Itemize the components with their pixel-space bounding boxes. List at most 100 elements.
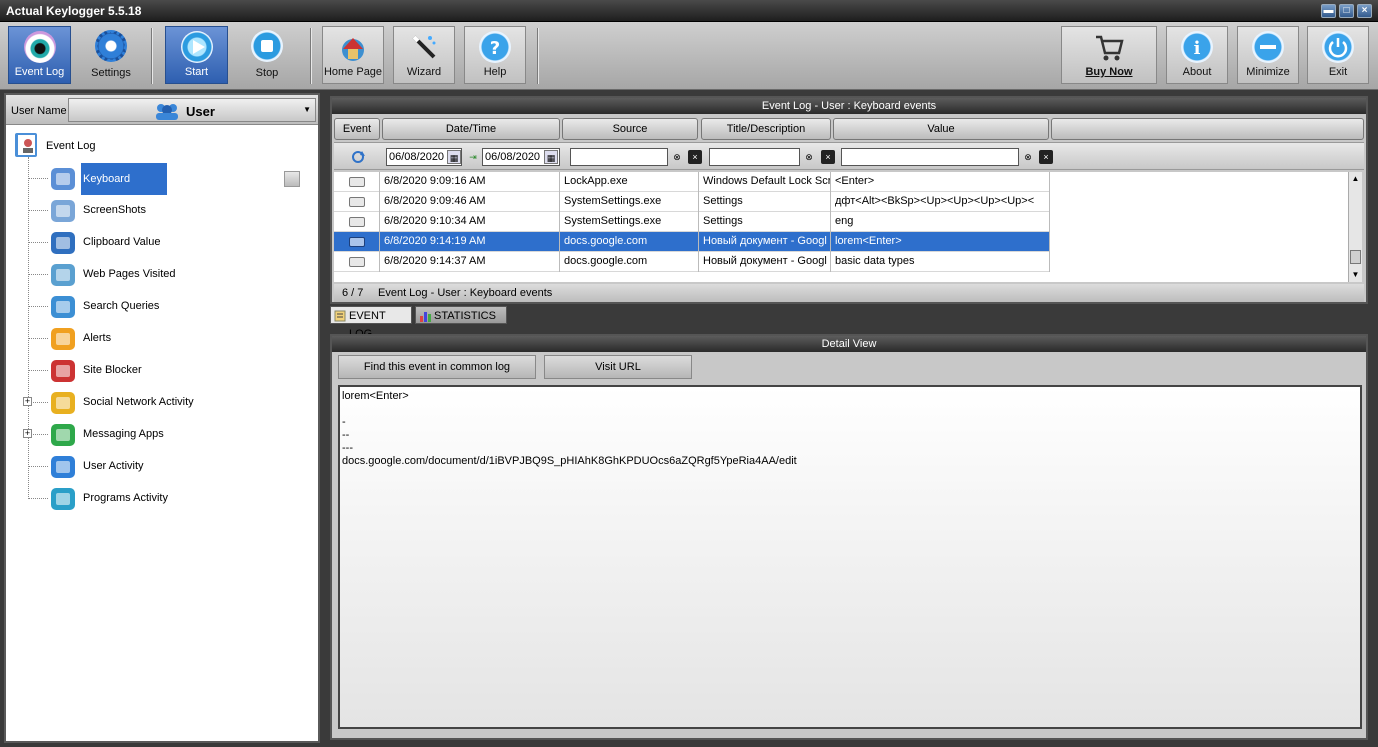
tree-expand-icon[interactable]: +	[23, 429, 32, 438]
visit-url-button[interactable]: Visit URL	[544, 355, 692, 379]
tree-item-label: Web Pages Visited	[83, 268, 176, 280]
source-filter-input[interactable]	[570, 148, 668, 166]
tree-item-site-blocker[interactable]: Site Blocker	[26, 355, 318, 387]
log-tab-icon	[334, 310, 346, 322]
event-log-button[interactable]: Event Log	[8, 26, 71, 84]
column-header-empty	[1051, 118, 1364, 140]
scroll-up-icon[interactable]: ▲	[1349, 172, 1362, 186]
value-cell: lorem<Enter>	[831, 232, 1050, 252]
datetime-cell: 6/8/2020 9:14:19 AM	[380, 232, 560, 252]
user-select[interactable]: User ▼	[68, 98, 316, 122]
binoculars-icon[interactable]: ⊗	[1021, 150, 1035, 164]
screenshot-icon	[51, 200, 75, 222]
window-restore-button[interactable]: □	[1339, 4, 1354, 18]
detail-text-area[interactable]: lorem<Enter> - -- --- docs.google.com/do…	[338, 385, 1362, 729]
title-bar: Actual Keylogger 5.5.18 ▬ □ ×	[0, 0, 1378, 22]
start-button[interactable]: Start	[165, 26, 228, 84]
clear-filter-icon[interactable]: ×	[1039, 150, 1053, 164]
calendar-icon[interactable]: ▦	[447, 150, 461, 164]
home-page-button[interactable]: Home Page	[322, 26, 384, 84]
globe-icon	[51, 264, 75, 286]
wizard-button[interactable]: Wizard	[393, 26, 455, 84]
settings-button[interactable]: Settings	[80, 26, 142, 84]
shopping-cart-icon	[1093, 31, 1125, 63]
main-toolbar: Event Log Settings Start Stop Home Page …	[0, 22, 1378, 90]
event-log-book-icon	[15, 133, 37, 157]
grid-vertical-scrollbar[interactable]: ▲ ▼	[1348, 172, 1362, 282]
column-header-title[interactable]: Title/Description	[701, 118, 831, 140]
column-header-event[interactable]: Event	[334, 118, 380, 140]
tree-item-search-queries[interactable]: Search Queries	[26, 291, 318, 323]
table-row[interactable]: 6/8/2020 9:14:37 AM docs.google.com Новый …	[334, 252, 1050, 272]
refresh-filter-icon[interactable]	[350, 149, 366, 165]
grid-status-bar: 6 / 7 Event Log - User : Keyboard events	[334, 284, 1364, 302]
tree-connector	[28, 210, 48, 211]
alert-icon	[51, 328, 75, 350]
buy-now-button[interactable]: Buy Now	[1061, 26, 1157, 84]
tree-expand-icon[interactable]: +	[23, 397, 32, 406]
user-select-value: User	[186, 104, 215, 119]
power-icon	[1322, 31, 1354, 63]
column-header-source[interactable]: Source	[562, 118, 698, 140]
tree-item-label: Search Queries	[83, 300, 160, 312]
user-name-label: User Name	[11, 105, 67, 117]
title-filter-input[interactable]	[709, 148, 800, 166]
tree-item-screenshots[interactable]: ScreenShots	[26, 195, 318, 227]
source-cell: docs.google.com	[560, 232, 699, 252]
tree-item-label: Clipboard Value	[83, 236, 161, 248]
value-cell: eng	[831, 212, 1050, 232]
status-text: Event Log - User : Keyboard events	[378, 287, 553, 299]
table-row[interactable]: 6/8/2020 9:14:19 AM docs.google.com Новый …	[334, 232, 1050, 252]
about-button[interactable]: i About	[1166, 26, 1228, 84]
keyboard-icon	[349, 177, 365, 187]
clear-filter-icon[interactable]: ×	[688, 150, 702, 164]
title-cell: Settings	[699, 192, 831, 212]
tree-item-label: User Activity	[83, 460, 144, 472]
tree-item-label: Site Blocker	[83, 364, 142, 376]
exit-button[interactable]: Exit	[1307, 26, 1369, 84]
tree-connector	[28, 338, 48, 339]
stop-icon	[251, 30, 283, 62]
column-header-value[interactable]: Value	[833, 118, 1049, 140]
clear-filter-icon[interactable]: ×	[821, 150, 835, 164]
tree-item-clipboard-value[interactable]: Clipboard Value	[26, 227, 318, 259]
scroll-down-icon[interactable]: ▼	[1349, 268, 1362, 282]
column-header-datetime[interactable]: Date/Time	[382, 118, 560, 140]
binoculars-icon[interactable]: ⊗	[802, 150, 816, 164]
filter-row: 06/08/2020 ▦ ⇥ 06/08/2020 ▦ ⊗ × ⊗ × ⊗ ×	[334, 142, 1364, 170]
stop-button[interactable]: Stop	[236, 26, 298, 84]
binoculars-icon[interactable]: ⊗	[670, 150, 684, 164]
tree-item-social-network-activity[interactable]: + Social Network Activity	[23, 387, 318, 419]
calendar-icon[interactable]: ▦	[544, 150, 558, 164]
help-button[interactable]: ? Help	[464, 26, 526, 84]
keyboard-icon	[349, 197, 365, 207]
scroll-thumb[interactable]	[1350, 250, 1361, 264]
svg-text:?: ?	[490, 38, 500, 59]
keyboard-icon	[51, 168, 75, 190]
tree-connector	[28, 242, 48, 243]
datetime-cell: 6/8/2020 9:14:37 AM	[380, 252, 560, 272]
value-cell: basic data types	[831, 252, 1050, 272]
sliders-icon[interactable]	[284, 171, 300, 187]
tree-item-user-activity[interactable]: User Activity	[26, 451, 318, 483]
tree-item-keyboard-events[interactable]: Keyboard events	[26, 163, 318, 217]
table-row[interactable]: 6/8/2020 9:09:46 AM SystemSettings.exe Set…	[334, 192, 1050, 212]
title-cell: Settings	[699, 212, 831, 232]
tab-event-log[interactable]: EVENT LOG	[330, 306, 412, 340]
table-row[interactable]: 6/8/2020 9:09:16 AM LockApp.exe Windows De…	[334, 172, 1050, 192]
tree-item-programs-activity[interactable]: Programs Activity	[26, 483, 318, 515]
window-close-button[interactable]: ×	[1357, 4, 1372, 18]
date-range-arrow-icon: ⇥	[469, 152, 477, 162]
minus-icon	[1252, 31, 1284, 63]
tree-item-alerts[interactable]: Alerts	[26, 323, 318, 355]
minimize-button[interactable]: Minimize	[1237, 26, 1299, 84]
tree-item-web-pages-visited[interactable]: Web Pages Visited	[26, 259, 318, 291]
find-in-common-log-button[interactable]: Find this event in common log	[338, 355, 536, 379]
value-filter-input[interactable]	[841, 148, 1019, 166]
table-row[interactable]: 6/8/2020 9:10:34 AM SystemSettings.exe Set…	[334, 212, 1050, 232]
event-cell	[334, 192, 380, 212]
window-minimize-button[interactable]: ▬	[1321, 4, 1336, 18]
tab-statistics[interactable]: STATISTICS	[415, 306, 507, 324]
social-network-icon	[51, 392, 75, 414]
tree-item-messaging-apps[interactable]: + Messaging Apps	[23, 419, 318, 451]
